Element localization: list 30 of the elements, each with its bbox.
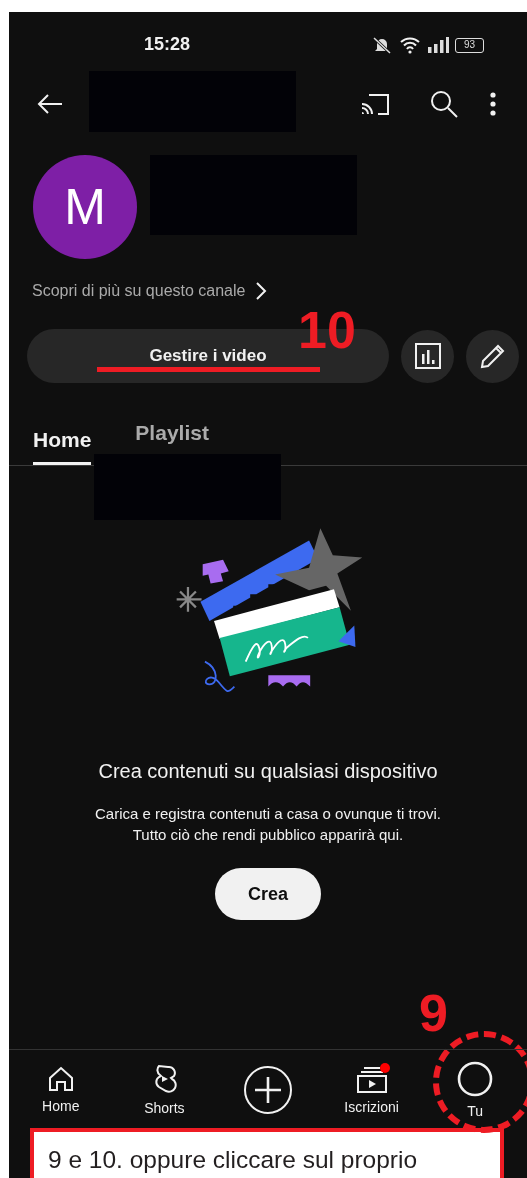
more-icon[interactable] [490,92,496,116]
bar-chart-icon [414,343,441,369]
nav-item[interactable]: Tu [423,1050,527,1130]
search-icon[interactable] [430,90,458,118]
empty-state-description: Carica e registra contenuti a casa o ovunque ti trovi. Tutto ciò che rendi pubblico apparirà qui. [95,804,441,845]
empty-state-title: Crea contenuti su qualsiasi dispositivo [98,760,438,783]
status-time: 15:28 [144,34,191,55]
step-number: 9 [419,987,448,1039]
muted-bell-icon [371,36,393,54]
create-button[interactable]: Crea [215,868,321,920]
add-circle-icon [243,1065,293,1115]
channel-avatar: M [33,155,137,259]
nav-item[interactable]: Shorts [112,1050,217,1130]
cast-icon[interactable] [360,92,390,116]
battery-indicator: 93 [455,37,484,53]
signal-icon [427,37,449,53]
tab[interactable]: Home [33,409,92,465]
back-arrow-icon[interactable] [37,93,63,115]
subscriptions-icon [355,1065,388,1093]
pencil-icon [478,342,507,370]
wifi-icon [399,36,421,54]
about-channel-link[interactable]: Scopri di più su questo canale [32,281,527,301]
profile-circle-icon [457,1061,494,1097]
chevron-right-icon [255,281,268,301]
instruction-caption: 9 e 10. oppure cliccare sul proprio [30,1128,504,1178]
nav-item[interactable]: Home [9,1050,113,1130]
home-icon [47,1066,74,1092]
analytics-button[interactable] [401,329,454,383]
edit-button[interactable] [466,329,519,383]
tab[interactable]: Playlist [135,409,209,451]
